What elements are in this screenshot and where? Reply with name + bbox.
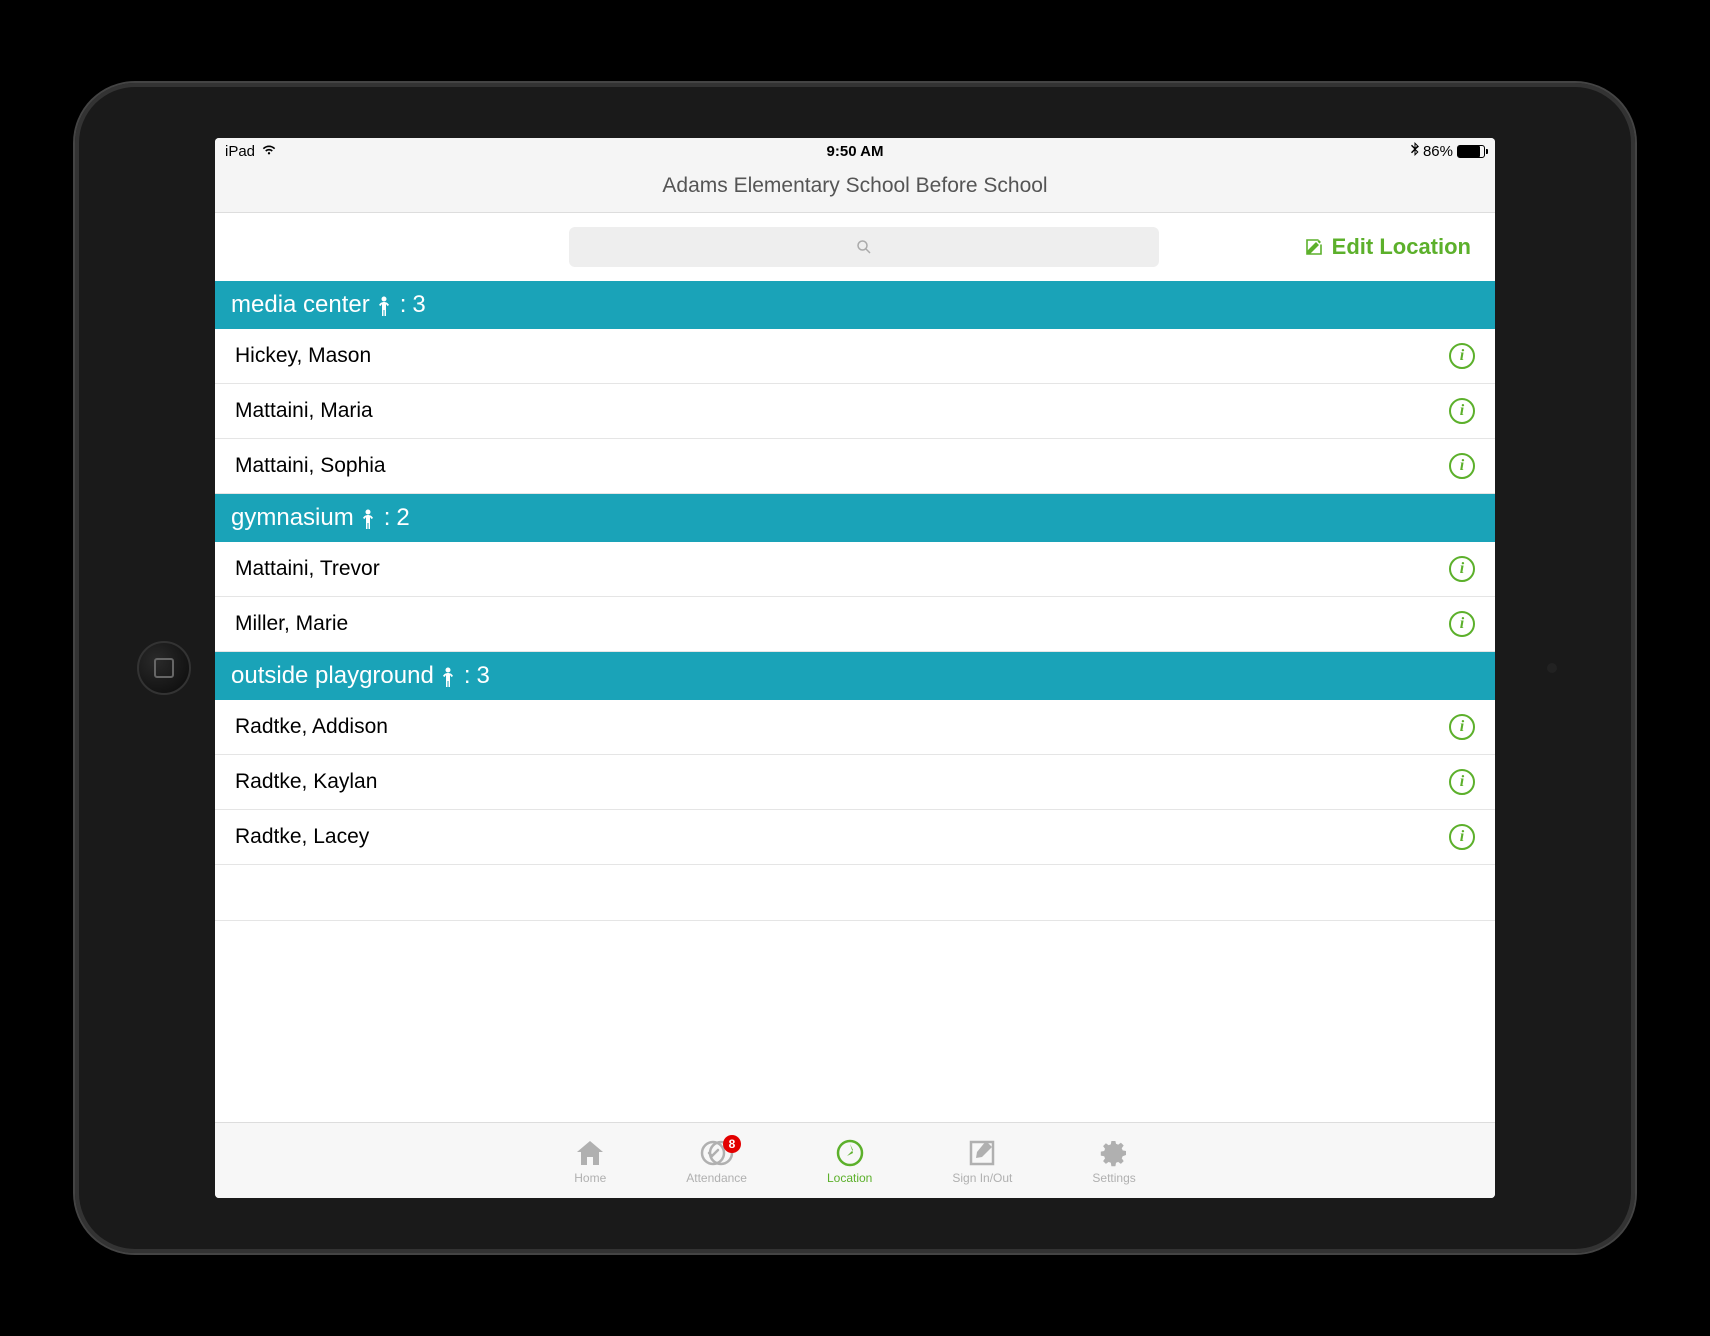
search-input[interactable]: [569, 227, 1159, 267]
section-header-gymnasium[interactable]: gymnasium : 2: [215, 494, 1495, 542]
tab-label: Home: [574, 1171, 606, 1185]
child-icon: [360, 504, 378, 532]
info-icon[interactable]: i: [1449, 343, 1475, 369]
ipad-home-button[interactable]: [137, 641, 191, 695]
status-bar: iPad 9:50 AM 86%: [215, 138, 1495, 164]
section-count: 3: [412, 291, 425, 319]
child-icon: [376, 291, 394, 319]
edit-location-button[interactable]: Edit Location: [1304, 234, 1471, 260]
info-icon[interactable]: i: [1449, 611, 1475, 637]
section-name: outside playground: [231, 662, 434, 690]
tab-settings[interactable]: Settings: [1092, 1137, 1135, 1185]
list-item[interactable]: Mattaini, Maria i: [215, 384, 1495, 439]
student-name: Mattaini, Trevor: [235, 557, 380, 581]
info-icon[interactable]: i: [1449, 398, 1475, 424]
section-count: 3: [477, 662, 490, 690]
info-icon[interactable]: i: [1449, 714, 1475, 740]
section-name: media center: [231, 291, 370, 319]
bluetooth-icon: [1411, 142, 1419, 160]
empty-row: [215, 865, 1495, 921]
section-header-outside-playground[interactable]: outside playground : 3: [215, 652, 1495, 700]
list-item[interactable]: Mattaini, Trevor i: [215, 542, 1495, 597]
ipad-frame: iPad 9:50 AM 86% Adams Elementary School…: [75, 83, 1635, 1253]
clock: 9:50 AM: [827, 143, 884, 160]
section-header-media-center[interactable]: media center : 3: [215, 281, 1495, 329]
info-icon[interactable]: i: [1449, 824, 1475, 850]
info-icon[interactable]: i: [1449, 556, 1475, 582]
student-name: Radtke, Lacey: [235, 825, 369, 849]
section-count: 2: [396, 504, 409, 532]
child-icon: [440, 662, 458, 690]
battery-percent: 86%: [1423, 143, 1453, 160]
list-item[interactable]: Radtke, Lacey i: [215, 810, 1495, 865]
student-name: Radtke, Addison: [235, 715, 388, 739]
wifi-icon: [261, 143, 277, 160]
tab-label: Location: [827, 1171, 872, 1185]
search-icon: [856, 239, 872, 255]
student-name: Mattaini, Maria: [235, 399, 373, 423]
edit-icon: [1304, 237, 1324, 257]
list-item[interactable]: Miller, Marie i: [215, 597, 1495, 652]
list-item[interactable]: Radtke, Kaylan i: [215, 755, 1495, 810]
gear-icon: [1099, 1137, 1129, 1169]
location-icon: [835, 1137, 865, 1169]
tab-bar: Home 8 Attendance Location Sign In/Out: [215, 1122, 1495, 1198]
tab-label: Settings: [1092, 1171, 1135, 1185]
ipad-camera: [1547, 663, 1557, 673]
toolbar: Edit Location: [215, 213, 1495, 281]
list-item[interactable]: Radtke, Addison i: [215, 700, 1495, 755]
tab-attendance[interactable]: 8 Attendance: [686, 1137, 747, 1185]
student-name: Miller, Marie: [235, 612, 348, 636]
list-item[interactable]: Mattaini, Sophia i: [215, 439, 1495, 494]
page-title: Adams Elementary School Before School: [215, 164, 1495, 213]
signinout-icon: [968, 1137, 996, 1169]
tab-label: Sign In/Out: [952, 1171, 1012, 1185]
home-icon: [574, 1137, 606, 1169]
tab-location[interactable]: Location: [827, 1137, 872, 1185]
screen: iPad 9:50 AM 86% Adams Elementary School…: [215, 138, 1495, 1198]
device-label: iPad: [225, 143, 255, 160]
tab-signinout[interactable]: Sign In/Out: [952, 1137, 1012, 1185]
attendance-badge: 8: [723, 1135, 741, 1153]
info-icon[interactable]: i: [1449, 769, 1475, 795]
section-name: gymnasium: [231, 504, 354, 532]
edit-location-label: Edit Location: [1332, 234, 1471, 260]
list-item[interactable]: Hickey, Mason i: [215, 329, 1495, 384]
content[interactable]: media center : 3 Hickey, Mason i Mattain…: [215, 281, 1495, 1122]
battery-icon: [1457, 145, 1485, 158]
student-name: Hickey, Mason: [235, 344, 371, 368]
info-icon[interactable]: i: [1449, 453, 1475, 479]
tab-label: Attendance: [686, 1171, 747, 1185]
student-name: Radtke, Kaylan: [235, 770, 377, 794]
student-name: Mattaini, Sophia: [235, 454, 386, 478]
tab-home[interactable]: Home: [574, 1137, 606, 1185]
